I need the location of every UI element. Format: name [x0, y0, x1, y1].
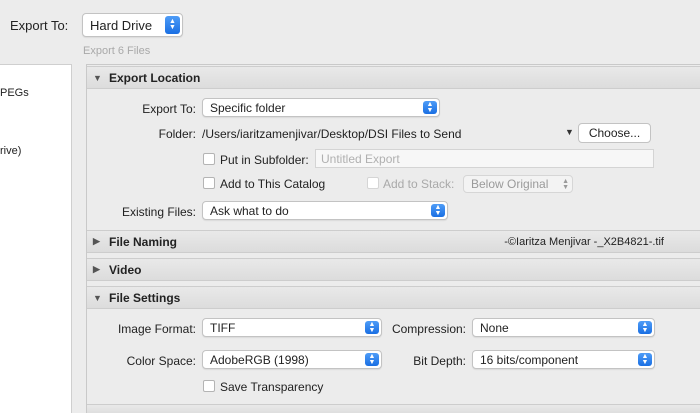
stack-position-value: Below Original: [471, 177, 549, 191]
image-format-popup[interactable]: TIFF ▲ ▼: [202, 318, 382, 337]
bit-depth-popup[interactable]: 16 bits/component ▲ ▼: [472, 350, 655, 369]
image-format-value: TIFF: [210, 320, 236, 335]
disclosure-closed-icon[interactable]: ▶: [93, 236, 103, 247]
compression-label: Compression:: [391, 322, 466, 336]
compression-popup[interactable]: None ▲ ▼: [472, 318, 655, 337]
compression-value: None: [480, 320, 509, 335]
popup-arrows-icon: ▲ ▼: [365, 321, 379, 334]
export-to-folder-value: Specific folder: [210, 100, 286, 115]
section-title: File Settings: [109, 290, 181, 305]
stack-position-popup[interactable]: Below Original ▲ ▼: [463, 175, 573, 193]
color-space-value: AdobeRGB (1998): [210, 352, 309, 367]
popup-arrows-icon: ▲ ▼: [165, 16, 180, 34]
folder-history-arrow-icon[interactable]: ▼: [565, 127, 574, 137]
existing-files-value: Ask what to do: [210, 203, 289, 218]
export-count: Export 6 Files: [83, 45, 151, 57]
section-header-file-settings[interactable]: ▼ File Settings: [87, 286, 700, 309]
color-space-label: Color Space:: [126, 354, 196, 368]
add-to-catalog-checkbox[interactable]: [203, 177, 215, 189]
existing-files-popup[interactable]: Ask what to do ▲ ▼: [202, 201, 448, 220]
existing-files-label: Existing Files:: [121, 205, 196, 219]
folder-path: /Users/iaritzamenjivar/Desktop/DSI Files…: [202, 127, 462, 141]
subfolder-input[interactable]: Untitled Export: [315, 149, 654, 168]
export-to-folder-label: Export To:: [142, 102, 196, 116]
section-header-next: [87, 404, 700, 413]
save-transparency-checkbox[interactable]: [203, 380, 215, 392]
add-to-catalog-label: Add to This Catalog: [220, 177, 326, 191]
export-to-label: Export To:: [10, 18, 69, 33]
folder-label: Folder:: [158, 127, 196, 141]
popup-arrows-icon: ▲ ▼: [638, 353, 652, 366]
disclosure-open-icon[interactable]: ▼: [93, 73, 103, 83]
bit-depth-label: Bit Depth:: [413, 354, 466, 368]
choose-button[interactable]: Choose...: [578, 123, 651, 143]
preset-list-item[interactable]: rive): [0, 145, 21, 157]
popup-arrows-icon: ▲ ▼: [638, 321, 652, 334]
subfolder-label: Put in Subfolder:: [220, 153, 309, 167]
popup-arrows-icon: ▲ ▼: [365, 353, 379, 366]
popup-arrows-icon: ▲ ▼: [562, 178, 569, 191]
popup-arrows-icon: ▲ ▼: [431, 204, 445, 217]
export-to-value: Hard Drive: [90, 17, 153, 33]
section-header-export-location[interactable]: ▼ Export Location: [87, 66, 700, 89]
image-format-label: Image Format:: [117, 322, 196, 336]
disclosure-open-icon[interactable]: ▼: [93, 293, 103, 303]
bit-depth-value: 16 bits/component: [480, 352, 579, 367]
section-header-video[interactable]: ▶ Video: [87, 258, 700, 281]
save-transparency-label: Save Transparency: [220, 380, 324, 394]
add-to-stack-label: Add to Stack:: [383, 177, 455, 191]
color-space-popup[interactable]: AdobeRGB (1998) ▲ ▼: [202, 350, 382, 369]
preset-list-panel[interactable]: PEGs rive): [0, 64, 72, 413]
section-title: Video: [109, 262, 142, 277]
export-to-folder-popup[interactable]: Specific folder ▲ ▼: [202, 98, 440, 117]
section-title: File Naming: [109, 234, 178, 249]
subfolder-checkbox[interactable]: [203, 153, 215, 165]
disclosure-closed-icon[interactable]: ▶: [93, 264, 103, 275]
preset-list-item[interactable]: PEGs: [0, 87, 29, 99]
export-to-popup[interactable]: Hard Drive ▲ ▼: [82, 13, 183, 37]
add-to-stack-checkbox[interactable]: [367, 177, 379, 189]
file-naming-example: -©Iaritza Menjivar -_X2B4821-.tif: [504, 235, 664, 248]
section-title: Export Location: [109, 70, 201, 85]
section-header-file-naming[interactable]: ▶ File Naming -©Iaritza Menjivar -_X2B48…: [87, 230, 700, 253]
popup-arrows-icon: ▲ ▼: [423, 101, 437, 114]
